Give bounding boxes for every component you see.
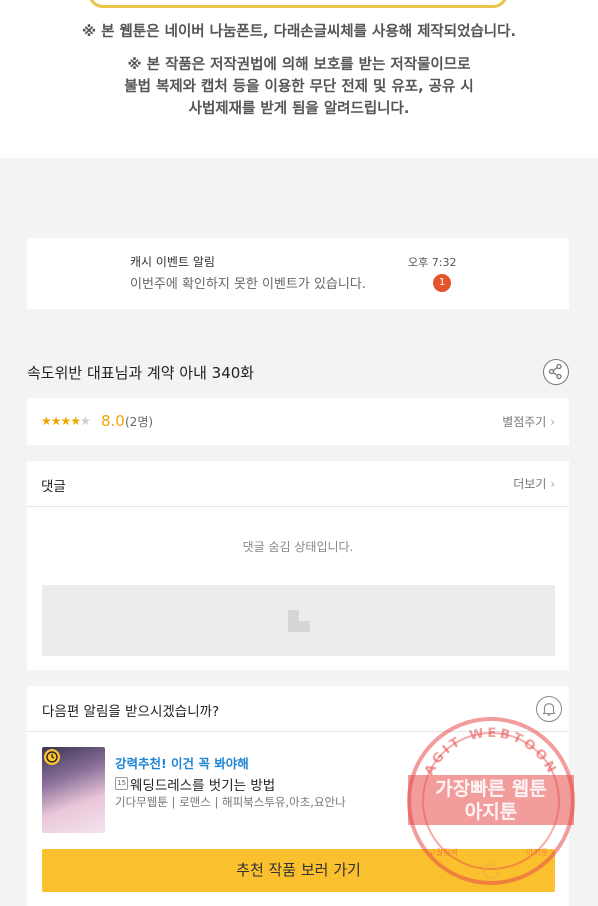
comments-hidden-message: 댓글 숨김 상태입니다. bbox=[242, 540, 354, 554]
age-rating-badge: 15 bbox=[115, 777, 128, 790]
comments-header: 댓글 더보기 › bbox=[27, 461, 569, 507]
rating-score: 8.0 bbox=[101, 412, 125, 430]
watermark-stamp: AGIT WEBTOON 가장빠른 웹툰 아지툰 고퀄검색 아지툰 bbox=[407, 717, 575, 885]
rating-count: (2명) bbox=[125, 415, 154, 429]
svg-text:아지툰: 아지툰 bbox=[465, 801, 517, 823]
next-alert-question: 다음편 알림을 받으시겠습니까? bbox=[42, 704, 220, 720]
copyright-line-3: 사법제재를 받게 됨을 알려드립니다. bbox=[188, 101, 410, 117]
recommend-thumbnail[interactable] bbox=[42, 747, 105, 833]
clock-icon bbox=[44, 749, 60, 765]
comments-title: 댓글 bbox=[41, 479, 66, 495]
recommend-meta: 기다무웹툰 | 로맨스 | 해피북스투유,아초,요안나 bbox=[115, 795, 346, 809]
svg-text:고퀄검색: 고퀄검색 bbox=[428, 847, 457, 857]
alarm-message: 이번주에 확인하지 못한 이벤트가 있습니다. bbox=[130, 277, 366, 292]
recommend-tag: 강력추천! 이건 꼭 봐야해 bbox=[115, 756, 249, 771]
cash-event-alarm-card[interactable]: 캐시 이벤트 알림 이번주에 확인하지 못한 이벤트가 있습니다. 오후 7:3… bbox=[27, 238, 569, 309]
rating-card: ★★★★★ 8.0 (2명) 별점주기 › bbox=[27, 398, 569, 445]
font-notice: ※ 본 웹툰은 네이버 나눔폰트, 다래손글씨체를 사용해 제작되었습니다. bbox=[82, 24, 516, 40]
copyright-notice: ※ 본 작품은 저작권법에 의해 보호를 받는 저작물이므로 불법 복제와 캡처… bbox=[0, 54, 598, 120]
ad-placeholder bbox=[42, 585, 555, 656]
star-rating: ★★★★★ bbox=[41, 414, 91, 428]
svg-text:가장빠른 웹툰: 가장빠른 웹툰 bbox=[435, 778, 547, 800]
recommend-title[interactable]: 웨딩드레스를 벗기는 방법 bbox=[130, 774, 275, 794]
chevron-right-icon: › bbox=[550, 477, 555, 491]
alarm-title: 캐시 이벤트 알림 bbox=[130, 255, 215, 269]
alarm-time: 오후 7:32 bbox=[408, 256, 457, 269]
chevron-right-icon: › bbox=[550, 415, 555, 429]
share-icon bbox=[548, 363, 562, 380]
top-pill-border bbox=[88, 0, 508, 8]
copyright-line-2: 불법 복제와 캡처 등을 이용한 무단 전제 및 유포, 공유 시 bbox=[124, 79, 474, 95]
copyright-notice-panel: ※ 본 웹툰은 네이버 나눔폰트, 다래손글씨체를 사용해 제작되었습니다. ※… bbox=[0, 0, 598, 158]
copyright-line-1: ※ 본 작품은 저작권법에 의해 보호를 받는 저작물이므로 bbox=[127, 57, 471, 73]
svg-text:아지툰: 아지툰 bbox=[526, 847, 548, 857]
share-button[interactable] bbox=[543, 359, 569, 385]
alarm-badge: 1 bbox=[433, 274, 451, 292]
comments-card: 댓글 더보기 › 댓글 숨김 상태입니다. bbox=[27, 461, 569, 670]
image-placeholder-icon bbox=[288, 610, 310, 632]
episode-title: 속도위반 대표님과 계약 아내 340화 bbox=[27, 364, 255, 382]
comments-more-label: 더보기 bbox=[513, 477, 547, 491]
comments-more-button[interactable]: 더보기 › bbox=[513, 475, 555, 492]
rate-label: 별점주기 bbox=[502, 415, 547, 429]
rate-button[interactable]: 별점주기 › bbox=[502, 413, 555, 430]
